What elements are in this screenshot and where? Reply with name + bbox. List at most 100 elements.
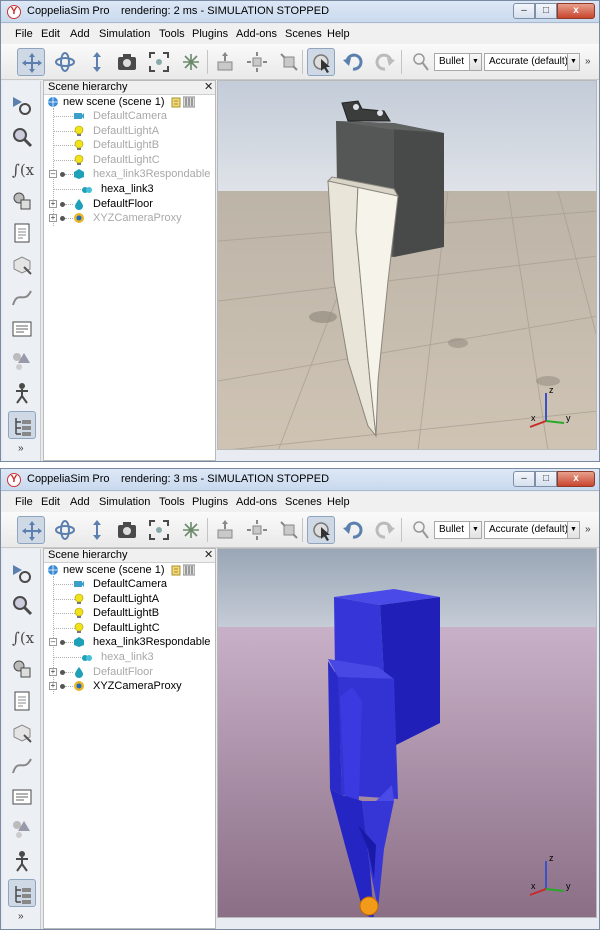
tree-row-defaultcamera[interactable]: DefaultCamera	[1, 577, 216, 591]
tree-row-defaultfloor[interactable]: + DefaultFloor	[1, 197, 216, 211]
menu-help[interactable]: Help	[327, 496, 350, 508]
collection-button[interactable]	[8, 815, 36, 843]
close-button[interactable]: x	[557, 471, 595, 487]
physics-engine-select[interactable]: Bullet ▼	[434, 53, 482, 71]
expand-icon[interactable]: +	[49, 214, 57, 223]
rotate-camera-button[interactable]	[51, 48, 79, 76]
collection-button[interactable]	[8, 347, 36, 375]
tree-row-defaultlighta[interactable]: DefaultLightA	[1, 124, 216, 138]
menu-tools[interactable]: Tools	[159, 496, 185, 508]
fit-to-view-button[interactable]	[145, 48, 173, 76]
redo-button[interactable]	[371, 48, 399, 76]
tree-row-hexa_link3[interactable]: hexa_link3	[1, 650, 216, 664]
rotate-camera-button[interactable]	[51, 516, 79, 544]
fly-button[interactable]	[177, 516, 205, 544]
fly-button[interactable]	[177, 48, 205, 76]
tree-row-defaultlightc[interactable]: DefaultLightC	[1, 621, 216, 635]
3d-viewport[interactable]: z x y	[217, 80, 597, 450]
menu-add-ons[interactable]: Add-ons	[236, 28, 277, 40]
collapse-icon[interactable]: –	[49, 170, 57, 179]
menu-file[interactable]: File	[15, 496, 33, 508]
menu-scenes[interactable]: Scenes	[285, 496, 322, 508]
collapse-icon[interactable]: –	[49, 638, 57, 647]
left-toolbar-more-icon[interactable]: »	[18, 911, 24, 922]
object-move-button[interactable]	[275, 48, 303, 76]
scene-object-button[interactable]	[8, 847, 36, 875]
model-browser-button[interactable]	[8, 251, 36, 279]
tree-row-defaultlightb[interactable]: DefaultLightB	[1, 606, 216, 620]
3d-viewport[interactable]: z x y	[217, 548, 597, 918]
object-shift-button[interactable]	[211, 516, 239, 544]
physics-engine-select[interactable]: Bullet ▼	[434, 521, 482, 539]
move-camera-button[interactable]	[17, 516, 45, 544]
tree-row-xyzcameraproxy[interactable]: + XYZCameraProxy	[1, 679, 216, 693]
accuracy-select[interactable]: Accurate (default) ▼	[484, 53, 580, 71]
redo-button[interactable]	[371, 516, 399, 544]
menu-simulation[interactable]: Simulation	[99, 28, 150, 40]
scene-object-button[interactable]	[8, 379, 36, 407]
maximize-button[interactable]: □	[535, 471, 557, 487]
menu-tools[interactable]: Tools	[159, 28, 185, 40]
menu-edit[interactable]: Edit	[41, 28, 60, 40]
menu-help[interactable]: Help	[327, 28, 350, 40]
layers-button[interactable]	[8, 783, 36, 811]
expand-icon[interactable]: +	[49, 667, 57, 676]
menu-add-ons[interactable]: Add-ons	[236, 496, 277, 508]
hierarchy-close-icon[interactable]: ✕	[204, 81, 213, 94]
tree-row-defaultlightc[interactable]: DefaultLightC	[1, 153, 216, 167]
menu-simulation[interactable]: Simulation	[99, 496, 150, 508]
object-move-button[interactable]	[275, 516, 303, 544]
expand-icon[interactable]: +	[49, 682, 57, 691]
camera-angle-button[interactable]	[113, 516, 141, 544]
title-bar[interactable]: Y CoppeliaSim Pro rendering: 2 ms - SIMU…	[1, 1, 599, 23]
object-rotate-button[interactable]	[243, 516, 271, 544]
path-button[interactable]	[8, 751, 36, 779]
tree-row-defaultlighta[interactable]: DefaultLightA	[1, 592, 216, 606]
close-button[interactable]: x	[557, 3, 595, 19]
tree-row-hexa_link3[interactable]: hexa_link3	[1, 182, 216, 196]
undo-button[interactable]	[339, 48, 367, 76]
hierarchy-button[interactable]	[8, 879, 36, 907]
tree-row-hexa_link3respondable[interactable]: – hexa_link3Respondable	[1, 167, 216, 181]
hierarchy-button[interactable]	[8, 411, 36, 439]
tree-row-hexa_link3respondable[interactable]: – hexa_link3Respondable	[1, 635, 216, 649]
tree-row-scene[interactable]: new scene (scene 1)	[47, 95, 217, 109]
undo-button[interactable]	[339, 516, 367, 544]
camera-angle-button[interactable]	[113, 48, 141, 76]
tree-row-scene[interactable]: new scene (scene 1)	[47, 563, 217, 577]
menu-plugins[interactable]: Plugins	[192, 28, 228, 40]
minimize-button[interactable]: –	[513, 3, 535, 19]
menu-scenes[interactable]: Scenes	[285, 28, 322, 40]
object-shift-button[interactable]	[211, 48, 239, 76]
select-cursor-button[interactable]	[307, 48, 335, 76]
accuracy-select[interactable]: Accurate (default) ▼	[484, 521, 580, 539]
maximize-button[interactable]: □	[535, 3, 557, 19]
shift-camera-button[interactable]	[83, 516, 111, 544]
physics-engine-button[interactable]	[407, 516, 435, 544]
minimize-button[interactable]: –	[513, 471, 535, 487]
physics-engine-button[interactable]	[407, 48, 435, 76]
shift-camera-button[interactable]	[83, 48, 111, 76]
menu-edit[interactable]: Edit	[41, 496, 60, 508]
menu-plugins[interactable]: Plugins	[192, 496, 228, 508]
menu-add[interactable]: Add	[70, 496, 90, 508]
title-bar[interactable]: Y CoppeliaSim Pro rendering: 3 ms - SIMU…	[1, 469, 599, 491]
tree-row-defaultlightb[interactable]: DefaultLightB	[1, 138, 216, 152]
expand-icon[interactable]: +	[49, 199, 57, 208]
move-camera-button[interactable]	[17, 48, 45, 76]
fit-to-view-button[interactable]	[145, 516, 173, 544]
model-browser-button[interactable]	[8, 719, 36, 747]
toolbar-more-icon[interactable]: »	[585, 56, 591, 67]
tree-row-xyzcameraproxy[interactable]: + XYZCameraProxy	[1, 211, 216, 225]
select-cursor-button[interactable]	[307, 516, 335, 544]
tree-row-defaultcamera[interactable]: DefaultCamera	[1, 109, 216, 123]
toolbar-more-icon[interactable]: »	[585, 524, 591, 535]
menu-add[interactable]: Add	[70, 28, 90, 40]
layers-button[interactable]	[8, 315, 36, 343]
object-rotate-button[interactable]	[243, 48, 271, 76]
left-toolbar-more-icon[interactable]: »	[18, 443, 24, 454]
menu-file[interactable]: File	[15, 28, 33, 40]
path-button[interactable]	[8, 283, 36, 311]
hierarchy-close-icon[interactable]: ✕	[204, 549, 213, 562]
tree-row-defaultfloor[interactable]: + DefaultFloor	[1, 665, 216, 679]
